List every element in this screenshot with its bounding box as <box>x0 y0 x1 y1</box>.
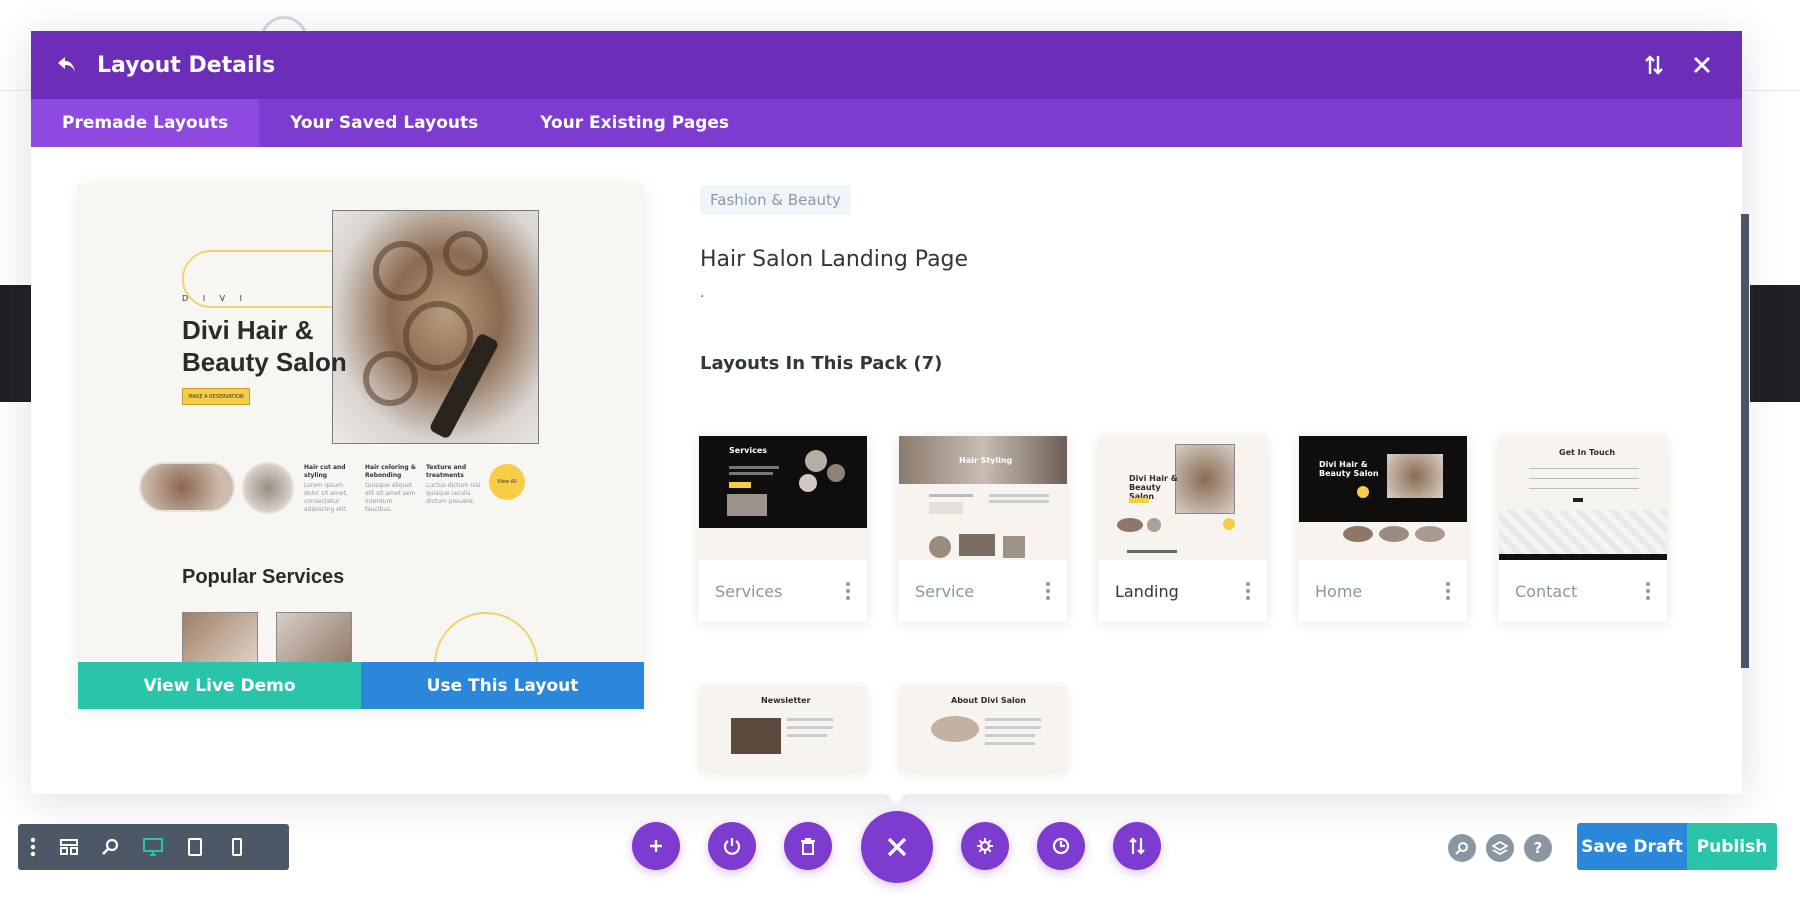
wireframe-button[interactable] <box>48 824 90 870</box>
back-button[interactable] <box>53 51 81 79</box>
layout-details-modal: Layout Details Premade Layouts Your Save… <box>31 31 1749 794</box>
view-live-demo-button[interactable]: View Live Demo <box>78 662 361 709</box>
more-dots-icon <box>30 837 36 857</box>
modal-pointer <box>884 792 908 804</box>
card-label: Services <box>715 581 783 601</box>
wireframe-icon <box>60 839 78 855</box>
add-section-button[interactable] <box>632 822 680 870</box>
close-icon <box>1694 57 1710 73</box>
card-thumbnail: Hair Styling <box>899 436 1067 560</box>
settings-button[interactable] <box>961 822 1009 870</box>
history-button[interactable] <box>1037 822 1085 870</box>
card-thumbnail: Services <box>699 436 867 560</box>
card-menu-kebab-icon[interactable] <box>843 582 853 600</box>
layout-tabs: Premade Layouts Your Saved Layouts Your … <box>31 99 1742 147</box>
help-button[interactable]: ? <box>1524 834 1552 862</box>
pack-card-landing[interactable]: Divi Hair & Beauty Salon Landing <box>1099 436 1267 622</box>
sort-icon <box>1129 837 1145 855</box>
pack-card-about[interactable]: About Divi Salon <box>899 686 1067 772</box>
tab-your-existing-pages[interactable]: Your Existing Pages <box>509 99 760 147</box>
layers-button[interactable] <box>1486 834 1514 862</box>
preview-kicker: D I V I <box>182 294 248 303</box>
sort-button[interactable] <box>1636 47 1672 83</box>
preview-heading: Divi Hair & Beauty Salon <box>182 315 347 377</box>
pack-card-service[interactable]: Hair Styling Service <box>899 436 1067 622</box>
card-thumbnail: Get In Touch <box>1499 436 1667 560</box>
category-badge[interactable]: Fashion & Beauty <box>700 185 851 215</box>
more-options-button[interactable] <box>18 824 48 870</box>
history-icon <box>1052 837 1070 855</box>
gear-icon <box>977 838 993 854</box>
layout-description: . <box>700 285 705 301</box>
layout-preview: D I V I Divi Hair & Beauty Salon MAKE A … <box>78 184 644 709</box>
card-label: Home <box>1315 581 1363 601</box>
sort-arrows-icon <box>1645 55 1663 75</box>
layers-icon <box>1492 841 1508 855</box>
card-label: Service <box>915 581 975 601</box>
preview-service-2: Hair coloring & Rebonding Quisque aliquet… <box>365 464 416 513</box>
scrollbar[interactable] <box>1741 214 1749 668</box>
preview-service-1: Hair cut and styling Lorem ipsum dolor si… <box>304 464 348 513</box>
view-mode-toolbar <box>18 824 289 870</box>
card-menu-kebab-icon[interactable] <box>1643 582 1653 600</box>
find-replace-button[interactable] <box>1448 834 1476 862</box>
card-menu-kebab-icon[interactable] <box>1043 582 1053 600</box>
close-icon <box>887 837 907 857</box>
card-menu-kebab-icon[interactable] <box>1443 582 1453 600</box>
preview-cta: MAKE A RESERVATION <box>182 388 250 405</box>
zoom-icon <box>102 838 119 855</box>
power-icon <box>723 838 741 855</box>
save-draft-button[interactable]: Save Draft <box>1577 823 1687 870</box>
card-thumbnail: Divi Hair & Beauty Salon <box>1299 436 1467 560</box>
zoom-button[interactable] <box>90 824 132 870</box>
phone-view-button[interactable] <box>216 824 258 870</box>
layout-title: Hair Salon Landing Page <box>700 247 969 272</box>
preview-hero-photo <box>332 210 539 444</box>
close-modal-button[interactable] <box>1684 47 1720 83</box>
pack-card-services[interactable]: Services Services <box>699 436 867 622</box>
phone-icon <box>232 838 242 856</box>
card-label: Contact <box>1515 581 1578 601</box>
help-icon: ? <box>1533 839 1543 857</box>
publish-button[interactable]: Publish <box>1687 823 1777 870</box>
tablet-icon <box>188 838 202 856</box>
preview-service-3: Texture and treatments Luctus dictum nisi… <box>426 464 481 505</box>
desktop-view-button[interactable] <box>132 824 174 870</box>
pack-title: Layouts In This Pack (7) <box>700 353 943 374</box>
preview-circle-photo <box>242 462 294 514</box>
trash-button[interactable] <box>784 822 832 870</box>
pack-card-contact[interactable]: Get In Touch Contact <box>1499 436 1667 622</box>
tab-premade-layouts[interactable]: Premade Layouts <box>31 99 260 147</box>
desktop-icon <box>143 838 163 856</box>
exit-builder-button[interactable] <box>861 811 933 883</box>
portability-button[interactable] <box>1113 822 1161 870</box>
undo-arrow-icon <box>58 57 75 72</box>
search-icon <box>1455 842 1468 855</box>
tab-your-saved-layouts[interactable]: Your Saved Layouts <box>259 99 509 147</box>
card-thumbnail: Divi Hair & Beauty Salon <box>1099 436 1267 560</box>
preview-view-all: View All <box>489 464 525 500</box>
pack-card-home[interactable]: Divi Hair & Beauty Salon Home <box>1299 436 1467 622</box>
add-icon <box>650 840 662 852</box>
preview-popular-heading: Popular Services <box>182 566 345 588</box>
modal-header: Layout Details <box>31 31 1742 99</box>
preview-oval-photo <box>139 462 235 512</box>
card-menu-kebab-icon[interactable] <box>1243 582 1253 600</box>
tablet-view-button[interactable] <box>174 824 216 870</box>
card-label: Landing <box>1115 581 1179 601</box>
preview-actions: View Live Demo Use This Layout <box>78 662 644 709</box>
pack-card-newsletter[interactable]: Newsletter <box>699 686 867 772</box>
modal-title: Layout Details <box>97 52 276 78</box>
trash-icon <box>801 838 815 855</box>
power-button[interactable] <box>708 822 756 870</box>
background-section-right <box>1750 285 1800 402</box>
use-this-layout-button[interactable]: Use This Layout <box>361 662 644 709</box>
